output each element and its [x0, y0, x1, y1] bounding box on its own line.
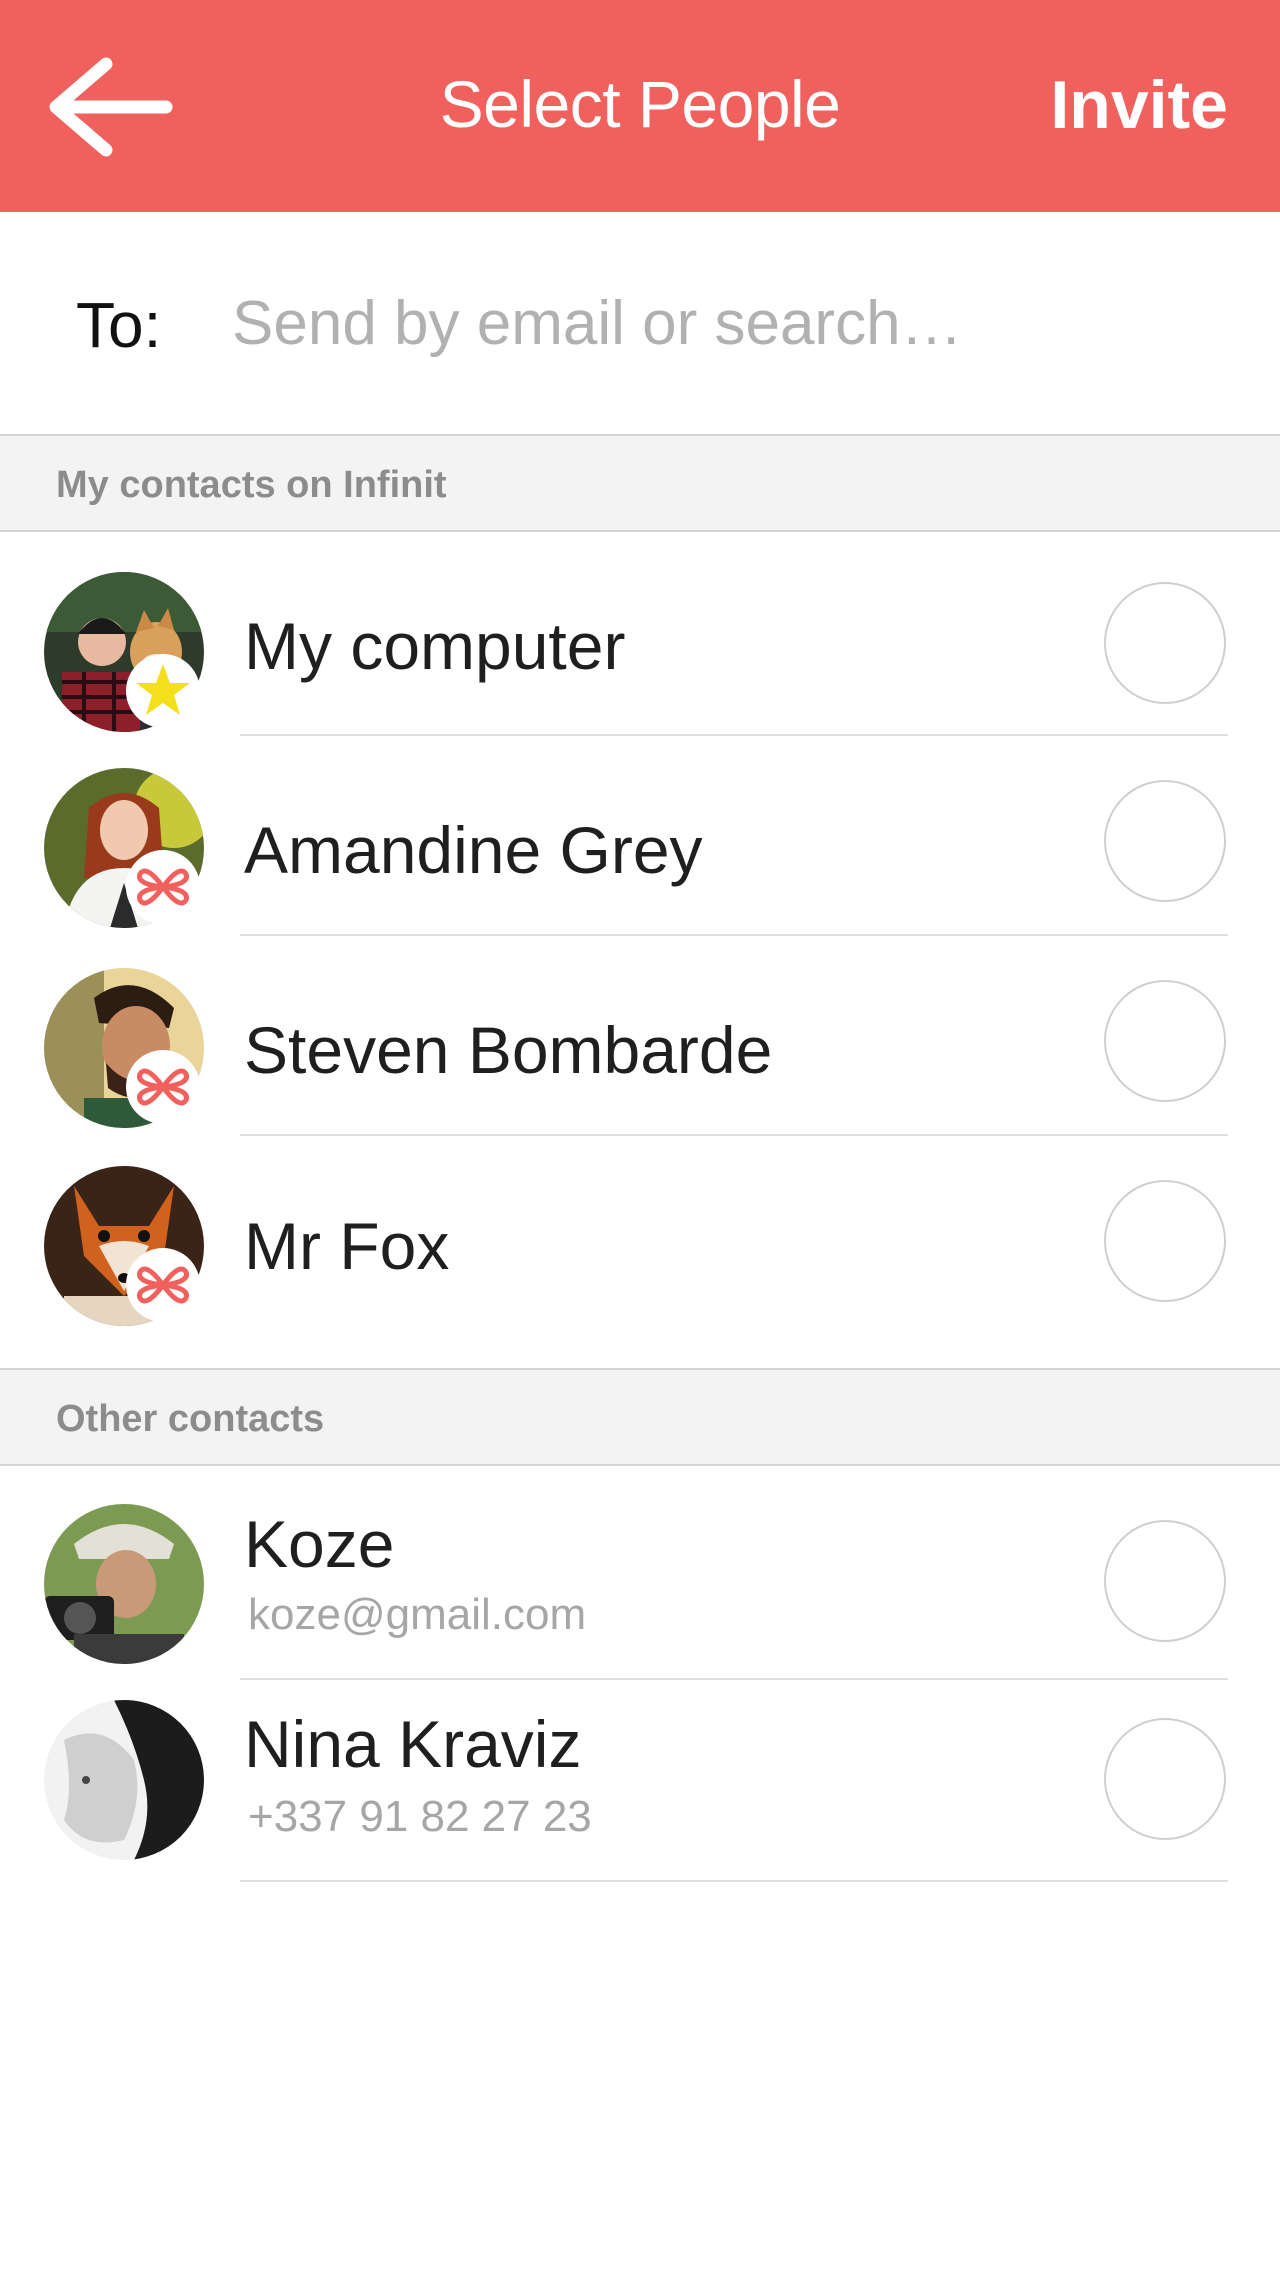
contact-row[interactable]: Steven Bombarde — [0, 936, 1280, 1136]
nav-bar: Select People Invite — [0, 0, 1280, 212]
select-checkbox[interactable] — [1104, 780, 1226, 902]
contact-row[interactable]: Mr Fox — [0, 1136, 1280, 1336]
contact-name: Mr Fox — [244, 1209, 450, 1283]
invite-button[interactable]: Invite — [1050, 66, 1228, 144]
favorite-badge — [126, 654, 200, 728]
select-checkbox[interactable] — [1104, 1520, 1226, 1642]
section-header-other: Other contacts — [0, 1368, 1280, 1466]
select-checkbox[interactable] — [1104, 1718, 1226, 1840]
infinit-logo-icon — [137, 1266, 189, 1304]
infinit-badge — [126, 1050, 200, 1124]
avatar — [44, 1504, 204, 1664]
contact-phone: +337 91 82 27 23 — [248, 1792, 592, 1841]
contact-name: Steven Bombarde — [244, 1013, 773, 1087]
infinit-badge — [126, 1248, 200, 1322]
contact-name: Koze — [244, 1507, 395, 1581]
infinit-logo-icon — [137, 868, 189, 906]
row-divider — [240, 1880, 1228, 1882]
contact-row[interactable]: Nina Kraviz +337 91 82 27 23 — [0, 1680, 1280, 1882]
contact-name: Amandine Grey — [244, 813, 703, 887]
select-checkbox[interactable] — [1104, 582, 1226, 704]
infinit-badge — [126, 850, 200, 924]
avatar — [44, 1700, 204, 1860]
contact-email: koze@gmail.com — [248, 1590, 587, 1639]
infinit-logo-icon — [137, 1068, 189, 1106]
to-label: To: — [76, 289, 162, 361]
section-title: Other contacts — [56, 1398, 325, 1440]
select-checkbox[interactable] — [1104, 980, 1226, 1102]
select-checkbox[interactable] — [1104, 1180, 1226, 1302]
contact-row[interactable]: My computer — [0, 536, 1280, 736]
search-input[interactable] — [230, 272, 1214, 374]
contact-name: My computer — [244, 609, 626, 683]
section-header-infinit: My contacts on Infinit — [0, 434, 1280, 532]
contact-row[interactable]: Amandine Grey — [0, 736, 1280, 936]
recipient-row: To: — [0, 212, 1280, 434]
contact-row[interactable]: Koze koze@gmail.com — [0, 1466, 1280, 1680]
star-icon — [136, 664, 190, 715]
section-title: My contacts on Infinit — [56, 464, 447, 506]
contact-name: Nina Kraviz — [244, 1707, 582, 1781]
